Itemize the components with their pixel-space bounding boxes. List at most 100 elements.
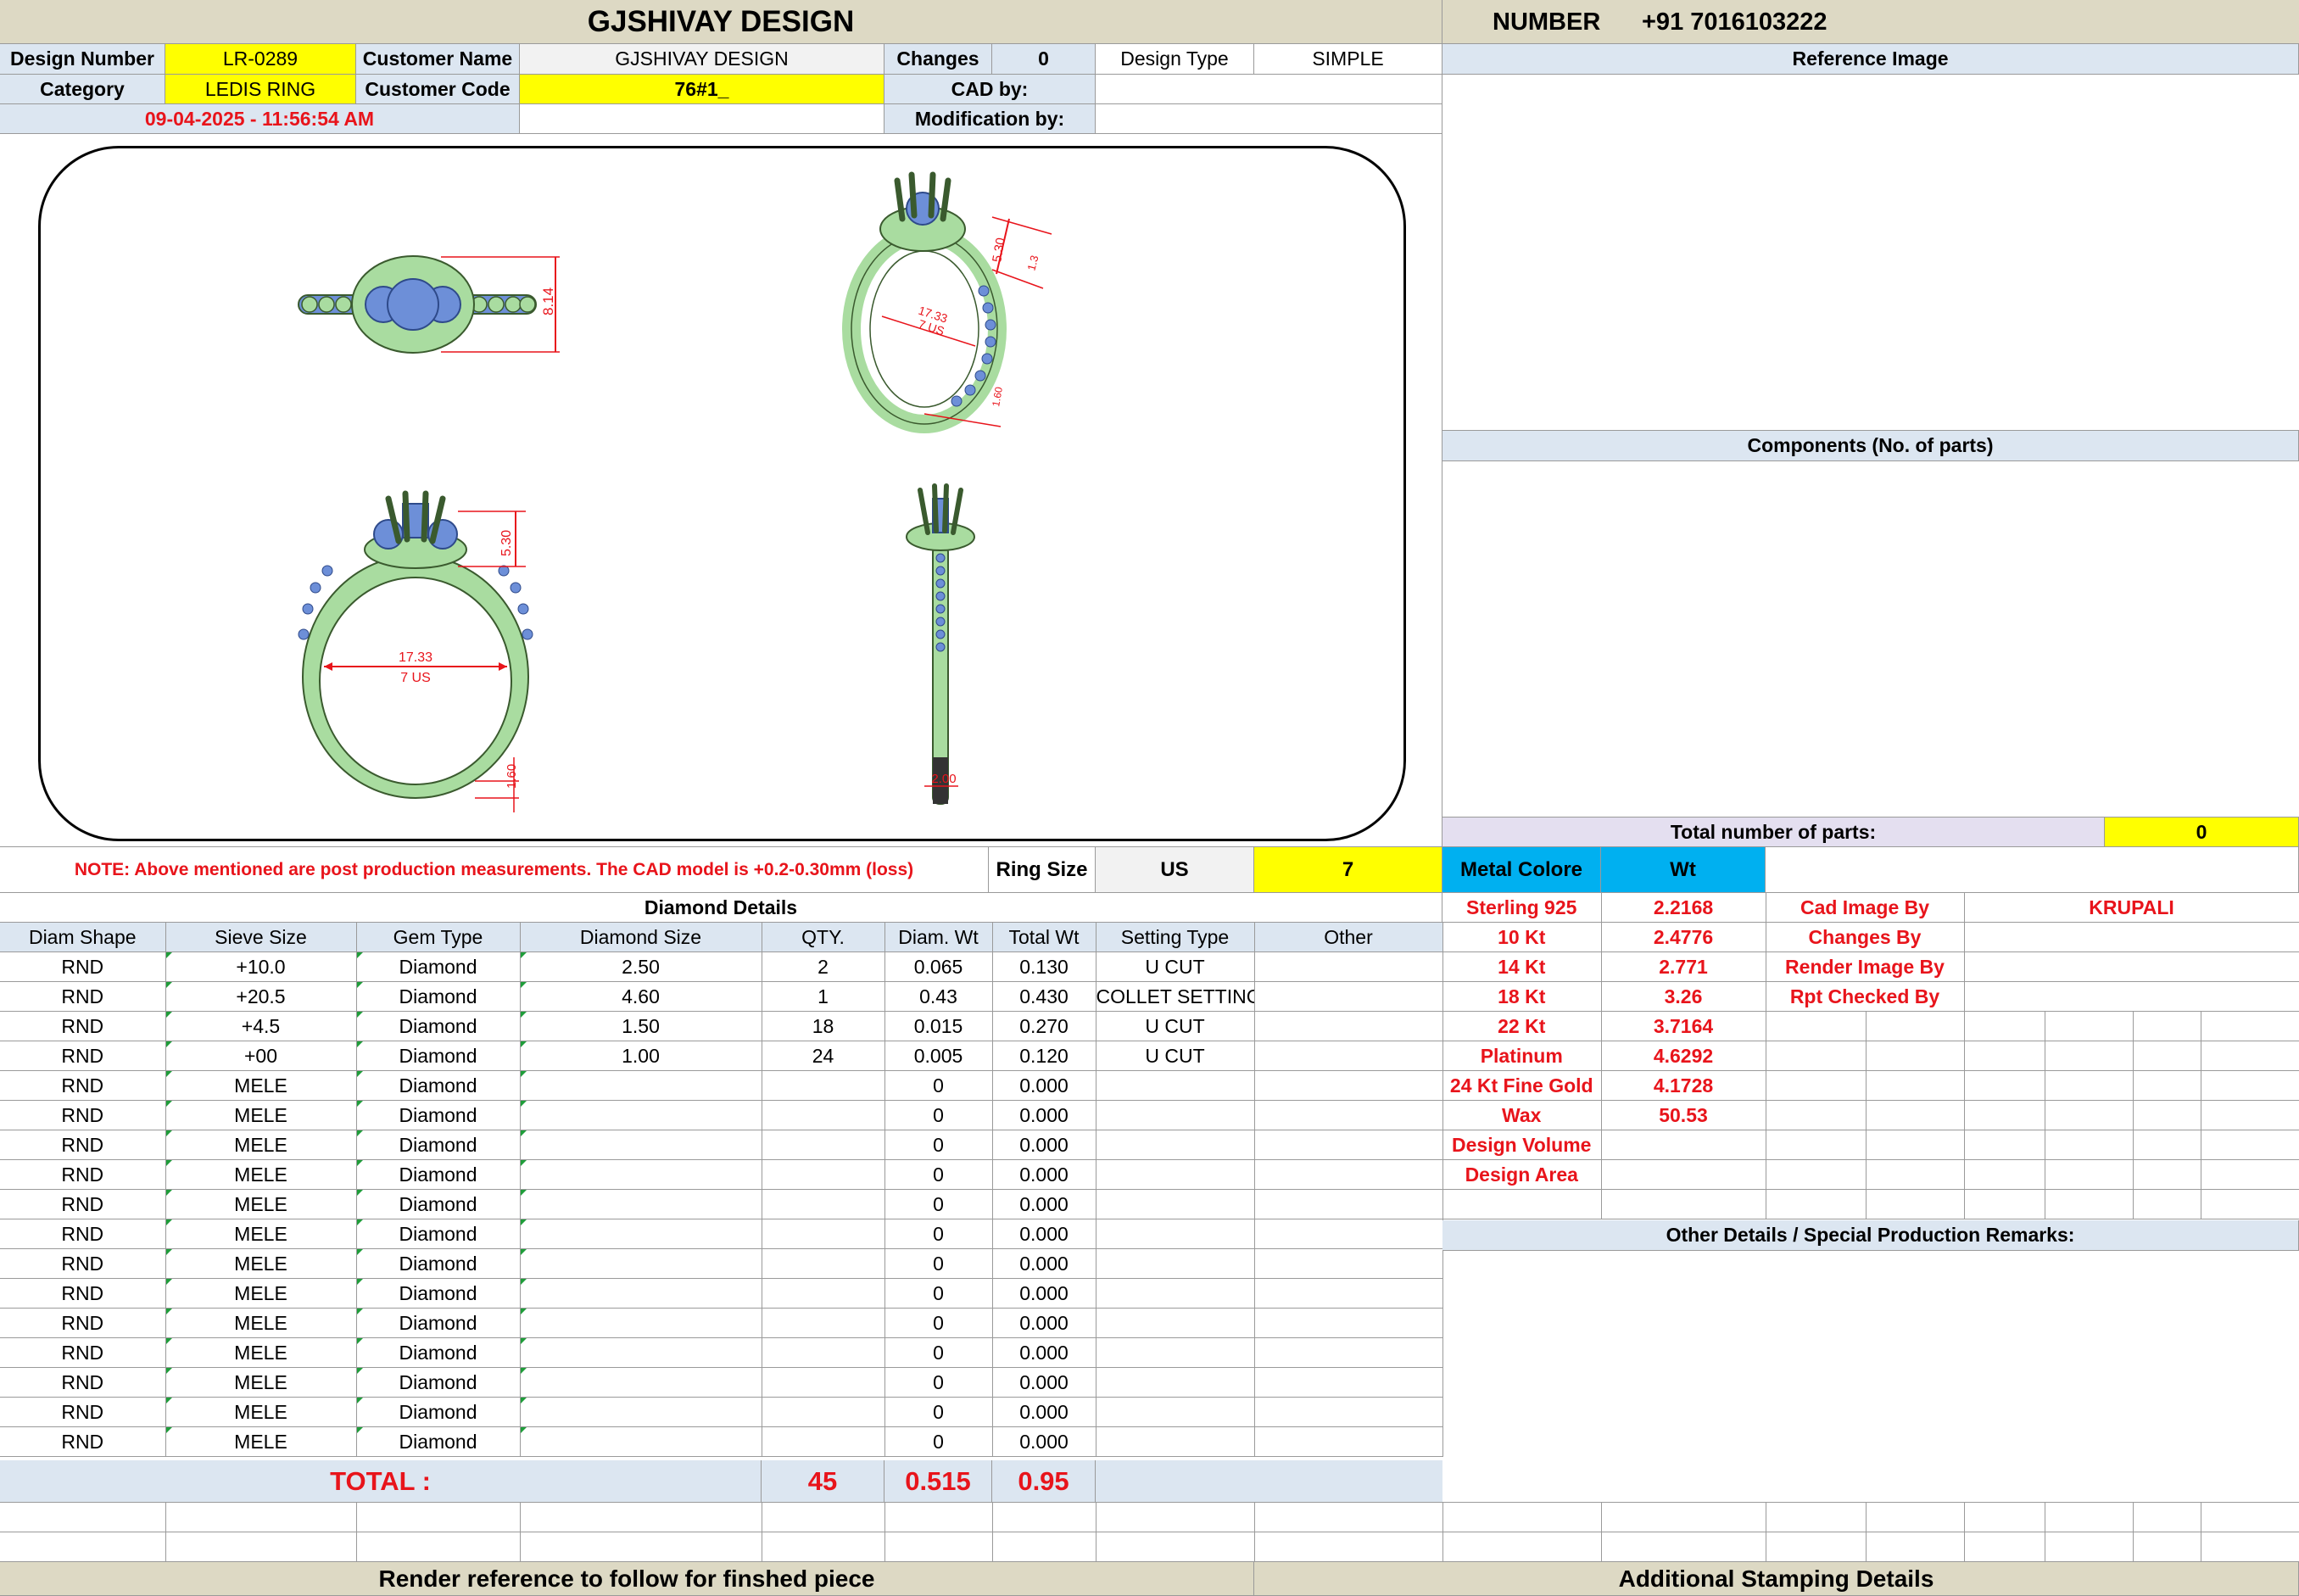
metal-weight[interactable]: 4.6292 [1601, 1041, 1766, 1071]
diamond-cell[interactable]: U CUT [1096, 1041, 1255, 1071]
metal-blank-cell[interactable] [2045, 1159, 2134, 1190]
ring-size-value[interactable]: 7 [1254, 847, 1442, 893]
diamond-cell[interactable] [1096, 1397, 1255, 1427]
diamond-cell[interactable]: 0.000 [992, 1248, 1096, 1279]
diamond-cell[interactable] [1254, 1130, 1443, 1160]
diamond-cell[interactable] [520, 1426, 762, 1457]
diamond-cell[interactable] [1254, 1070, 1443, 1101]
diamond-cell[interactable]: RND [0, 981, 166, 1012]
diamond-cell[interactable] [520, 1070, 762, 1101]
diamond-cell[interactable]: 0.270 [992, 1011, 1096, 1041]
diamond-cell[interactable]: Diamond [356, 1100, 521, 1130]
diamond-cell[interactable]: 0.43 [884, 981, 993, 1012]
diamond-cell[interactable]: 0 [884, 1337, 993, 1368]
metal-blank-cell[interactable] [2201, 1070, 2299, 1101]
credit-value[interactable] [1964, 922, 2299, 952]
metal-blank-cell[interactable] [2201, 1100, 2299, 1130]
metal-blank-cell[interactable] [1766, 1130, 1867, 1160]
diamond-cell[interactable]: +4.5 [165, 1011, 357, 1041]
diamond-cell[interactable]: 0.000 [992, 1219, 1096, 1249]
diamond-cell[interactable]: MELE [165, 1278, 357, 1309]
diamond-cell[interactable]: Diamond [356, 1189, 521, 1219]
metal-blank-cell[interactable] [1964, 1189, 2045, 1219]
diamond-cell[interactable] [1254, 1248, 1443, 1279]
diamond-cell[interactable]: MELE [165, 1130, 357, 1160]
metal-blank-cell[interactable] [1964, 1011, 2045, 1041]
diamond-cell[interactable] [1254, 1278, 1443, 1309]
diamond-cell[interactable]: RND [0, 1248, 166, 1279]
metal-blank-cell[interactable] [1964, 1130, 2045, 1160]
diamond-cell[interactable] [520, 1337, 762, 1368]
diamond-cell[interactable]: 0 [884, 1100, 993, 1130]
diamond-cell[interactable]: 18 [762, 1011, 885, 1041]
metal-blank-cell[interactable] [2201, 1011, 2299, 1041]
metal-blank-cell[interactable] [1964, 1041, 2045, 1071]
diamond-cell[interactable] [1096, 1189, 1255, 1219]
diamond-cell[interactable]: 1.00 [520, 1041, 762, 1071]
diamond-cell[interactable] [1096, 1159, 1255, 1190]
diamond-cell[interactable] [1254, 1308, 1443, 1338]
diamond-cell[interactable]: 0.000 [992, 1100, 1096, 1130]
diamond-cell[interactable]: 0.000 [992, 1426, 1096, 1457]
diamond-cell[interactable]: MELE [165, 1337, 357, 1368]
modification-by-value[interactable] [1096, 104, 1442, 134]
diamond-cell[interactable]: Diamond [356, 1011, 521, 1041]
diamond-cell[interactable]: MELE [165, 1219, 357, 1249]
diamond-cell[interactable]: RND [0, 1397, 166, 1427]
metal-blank-cell[interactable] [1766, 1041, 1867, 1071]
credit-value[interactable] [1964, 951, 2299, 982]
diamond-cell[interactable]: 0.000 [992, 1397, 1096, 1427]
diamond-cell[interactable]: 0.120 [992, 1041, 1096, 1071]
diamond-cell[interactable]: Diamond [356, 1219, 521, 1249]
diamond-cell[interactable]: RND [0, 1308, 166, 1338]
metal-blank-cell[interactable] [2133, 1189, 2201, 1219]
diamond-cell[interactable]: Diamond [356, 1308, 521, 1338]
diamond-cell[interactable] [1096, 1248, 1255, 1279]
diamond-cell[interactable]: 0 [884, 1308, 993, 1338]
metal-blank-cell[interactable] [2045, 1189, 2134, 1219]
diamond-cell[interactable] [1254, 981, 1443, 1012]
metal-blank-cell[interactable] [1766, 1100, 1867, 1130]
credit-value[interactable] [1964, 981, 2299, 1012]
metal-weight[interactable] [1601, 1130, 1766, 1160]
changes-value[interactable]: 0 [992, 44, 1096, 75]
metal-weight[interactable]: 2.4776 [1601, 922, 1766, 952]
metal-blank-cell[interactable] [2201, 1041, 2299, 1071]
metal-blank-cell[interactable] [1866, 1159, 1965, 1190]
diamond-cell[interactable] [1096, 1070, 1255, 1101]
metal-blank-cell[interactable] [2045, 1070, 2134, 1101]
metal-weight[interactable]: 2.771 [1601, 951, 1766, 982]
metal-blank-cell[interactable] [2045, 1100, 2134, 1130]
diamond-cell[interactable] [762, 1159, 885, 1190]
diamond-cell[interactable]: RND [0, 1100, 166, 1130]
diamond-cell[interactable]: Diamond [356, 981, 521, 1012]
diamond-cell[interactable]: 2 [762, 951, 885, 982]
diamond-cell[interactable] [1254, 1337, 1443, 1368]
diamond-cell[interactable]: U CUT [1096, 1011, 1255, 1041]
design-type-value[interactable]: SIMPLE [1254, 44, 1442, 75]
diamond-cell[interactable] [762, 1219, 885, 1249]
diamond-cell[interactable] [520, 1100, 762, 1130]
diamond-cell[interactable]: 0 [884, 1278, 993, 1309]
metal-weight[interactable]: 3.7164 [1601, 1011, 1766, 1041]
diamond-cell[interactable]: Diamond [356, 1337, 521, 1368]
metal-weight[interactable] [1601, 1159, 1766, 1190]
diamond-cell[interactable] [1096, 1100, 1255, 1130]
diamond-cell[interactable]: Diamond [356, 1248, 521, 1279]
diamond-cell[interactable]: 0.000 [992, 1337, 1096, 1368]
diamond-cell[interactable] [1254, 1426, 1443, 1457]
metal-blank-cell[interactable] [2201, 1159, 2299, 1190]
metal-blank-cell[interactable] [2133, 1041, 2201, 1071]
customer-name-value[interactable]: GJSHIVAY DESIGN [520, 44, 884, 75]
cad-by-value[interactable] [1096, 75, 1442, 104]
diamond-cell[interactable]: 0.005 [884, 1041, 993, 1071]
diamond-cell[interactable] [762, 1426, 885, 1457]
diamond-cell[interactable]: 0.065 [884, 951, 993, 982]
diamond-cell[interactable] [520, 1367, 762, 1398]
diamond-cell[interactable]: Diamond [356, 1278, 521, 1309]
diamond-cell[interactable] [762, 1189, 885, 1219]
metal-blank-cell[interactable] [2201, 1189, 2299, 1219]
metal-blank-cell[interactable] [2133, 1011, 2201, 1041]
diamond-cell[interactable]: +00 [165, 1041, 357, 1071]
metal-blank-cell[interactable] [1964, 1159, 2045, 1190]
